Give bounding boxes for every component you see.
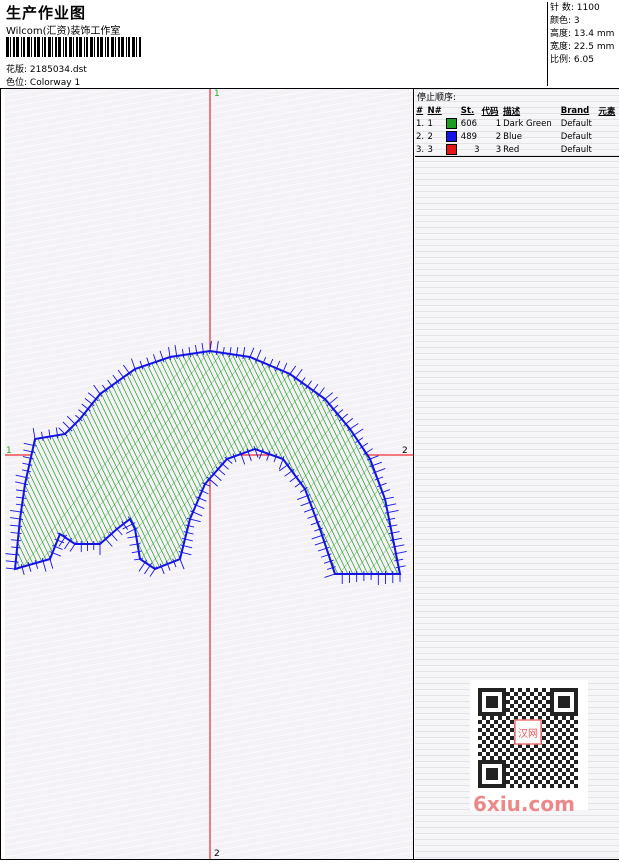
qr-code-image: 汉网 bbox=[470, 680, 588, 810]
axis-bottom-label: 2 bbox=[214, 849, 220, 859]
company-name: Wilcom(汇资)装饰工作室 bbox=[6, 26, 121, 37]
stat-colors: 颜色: 3 bbox=[550, 16, 580, 26]
barcode bbox=[6, 37, 141, 57]
sheet-title: 生产作业图 bbox=[6, 4, 87, 22]
color-swatch bbox=[446, 144, 457, 155]
design-file-row: 花版: 2185034.dst bbox=[6, 62, 87, 75]
design-label: 花版: bbox=[6, 65, 28, 75]
axis-right-label: 2 bbox=[402, 446, 408, 456]
table-row[interactable]: 2. 2 489 2 Blue Default bbox=[415, 130, 619, 143]
table-row[interactable]: 1. 1 606 1 Dark Green Default bbox=[415, 117, 619, 130]
colorway-row: 色位: Colorway 1 bbox=[6, 75, 80, 88]
watermark-text: 6xiu.com bbox=[473, 792, 575, 816]
embroidery-preview: 1 2 1 2 bbox=[5, 89, 414, 859]
color-swatch bbox=[446, 118, 457, 129]
stat-scale: 比例: 6.05 bbox=[550, 55, 594, 65]
axis-left-label: 1 bbox=[6, 446, 12, 456]
design-canvas: 1 2 1 2 bbox=[5, 89, 414, 859]
color-swatch bbox=[446, 131, 457, 142]
stat-height: 高度: 13.4 mm bbox=[550, 29, 615, 39]
stat-width: 宽度: 22.5 mm bbox=[550, 42, 615, 52]
colorway-value: Colorway 1 bbox=[29, 78, 81, 88]
table-row[interactable]: 3. 3 3 3 Red Default bbox=[415, 143, 619, 157]
colorway-label: 色位: bbox=[6, 78, 28, 88]
axis-top-label: 1 bbox=[214, 89, 220, 99]
table-header: # N# St. 代码 描述 Brand 元素 bbox=[416, 105, 616, 117]
design-file: 2185034.dst bbox=[29, 65, 87, 75]
stop-sequence-table: # N# St. 代码 描述 Brand 元素 1. 1 606 1 Dark … bbox=[415, 104, 619, 157]
stop-sequence-title: 停止顺序: bbox=[417, 93, 457, 103]
stats-panel: 针 数: 1100 颜色: 3 高度: 13.4 mm 宽度: 22.5 mm … bbox=[547, 2, 620, 86]
qr-badge-text: 汉网 bbox=[518, 728, 538, 740]
stat-stitches: 针 数: 1100 bbox=[550, 3, 600, 13]
